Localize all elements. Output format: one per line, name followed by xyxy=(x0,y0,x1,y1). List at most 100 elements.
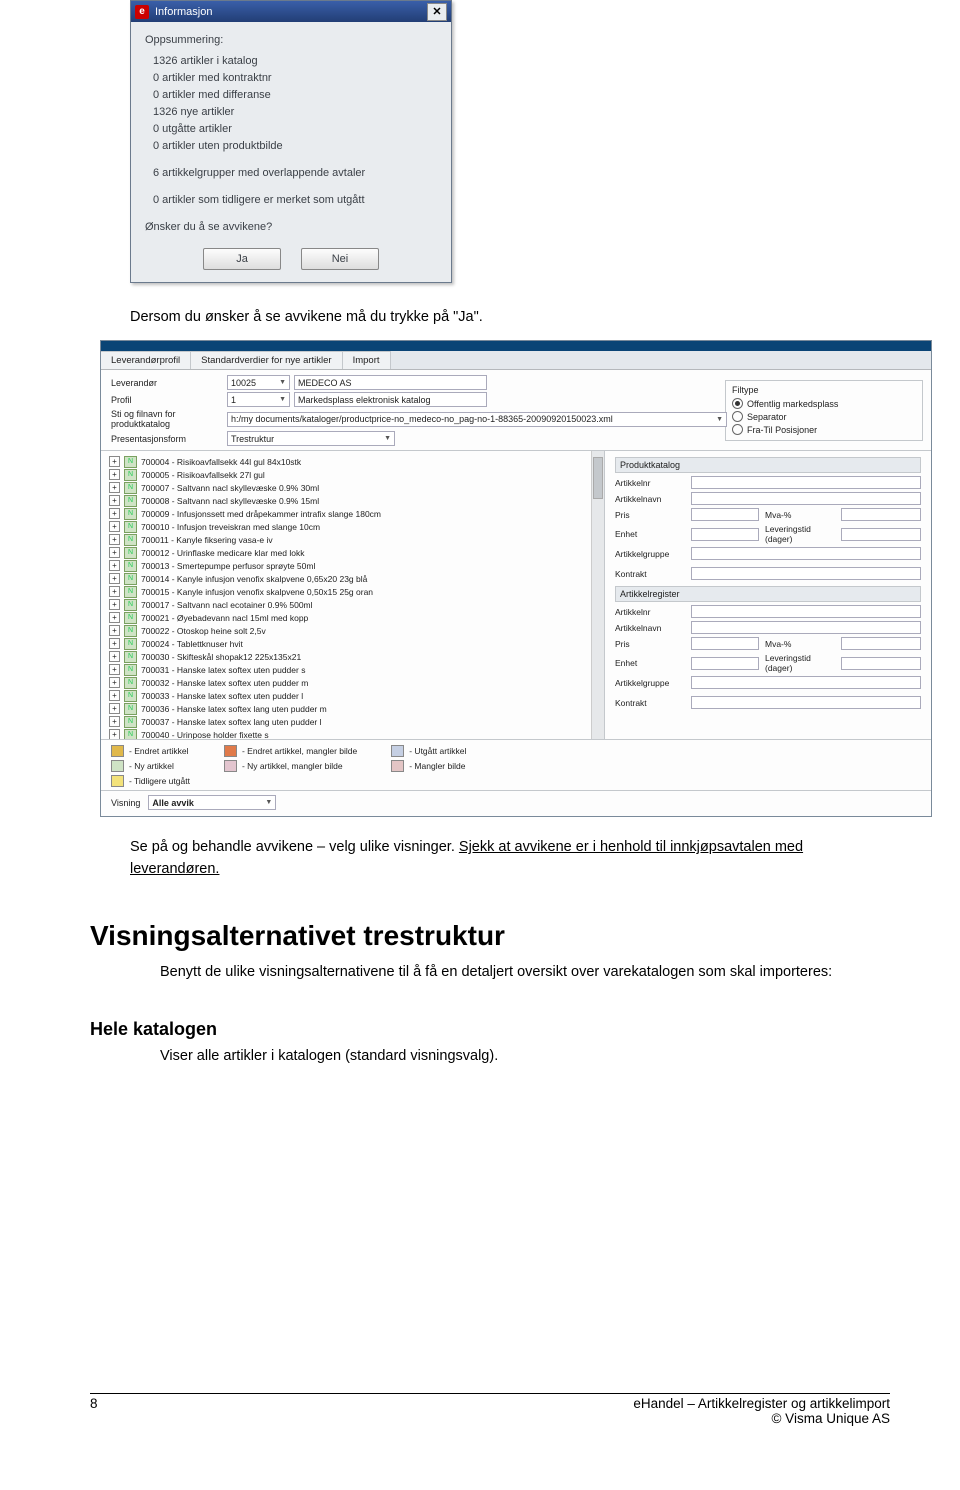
enhet-field-2[interactable] xyxy=(691,657,759,670)
tree-expand-icon[interactable]: + xyxy=(109,495,120,506)
leveringstid-label: Leveringstid (dager) xyxy=(765,524,835,544)
tree-item[interactable]: +N700040 - Urinpose holder fixette s xyxy=(109,728,604,739)
tree-item[interactable]: +N700033 - Hanske latex softex uten pudd… xyxy=(109,689,604,702)
tree-expand-icon[interactable]: + xyxy=(109,508,120,519)
summary-list: 1326 artikler i katalog 0 artikler med k… xyxy=(153,53,437,155)
tree-item[interactable]: +N700037 - Hanske latex softex lang uten… xyxy=(109,715,604,728)
leveringstid-field[interactable] xyxy=(841,528,921,541)
tab-import[interactable]: Import xyxy=(343,351,391,369)
tree-item[interactable]: +N700012 - Urinflaske medicare klar med … xyxy=(109,546,604,559)
pris-field-2[interactable] xyxy=(691,637,759,650)
tree-expand-icon[interactable]: + xyxy=(109,625,120,636)
tree-expand-icon[interactable]: + xyxy=(109,729,120,739)
tree-item[interactable]: +N700036 - Hanske latex softex lang uten… xyxy=(109,702,604,715)
profil-id-select[interactable]: 1 xyxy=(227,392,290,407)
tree-item[interactable]: +N700008 - Saltvann nacl skyllevæske 0.9… xyxy=(109,494,604,507)
tab-standardverdier[interactable]: Standardverdier for nye artikler xyxy=(191,351,342,369)
app-titlebar xyxy=(101,341,931,351)
leverandor-name-field[interactable]: MEDECO AS xyxy=(294,375,487,390)
tree-expand-icon[interactable]: + xyxy=(109,469,120,480)
summary-line: 0 artikler med kontraktnr xyxy=(153,70,437,87)
scrollbar-thumb[interactable] xyxy=(593,457,603,499)
tree-scrollbar[interactable] xyxy=(591,451,604,739)
tree-item[interactable]: +N700024 - Tablettknuser hvit xyxy=(109,637,604,650)
content-split: +N700004 - Risikoavfallsekk 44l gul 84x1… xyxy=(101,451,931,739)
mva-field[interactable] xyxy=(841,508,921,521)
legend-swatch-tidligere xyxy=(111,775,124,787)
artikkelnavn-field-2[interactable] xyxy=(691,621,921,634)
pris-label: Pris xyxy=(615,639,685,649)
sti-field[interactable]: h:/my documents/kataloger/productprice-n… xyxy=(227,412,727,427)
presentasjon-select[interactable]: Trestruktur xyxy=(227,431,395,446)
tree-item[interactable]: +N700032 - Hanske latex softex uten pudd… xyxy=(109,676,604,689)
summary-line: 0 artikler uten produktbilde xyxy=(153,138,437,155)
kontrakt-field-2[interactable] xyxy=(691,696,921,709)
kontrakt-field[interactable] xyxy=(691,567,921,580)
tab-leverandorprofil[interactable]: Leverandørprofil xyxy=(101,351,191,369)
tree-expand-icon[interactable]: + xyxy=(109,599,120,610)
tree-item[interactable]: +N700030 - Skifteskål shopak12 225x135x2… xyxy=(109,650,604,663)
tree-expand-icon[interactable]: + xyxy=(109,482,120,493)
tree-item[interactable]: +N700011 - Kanyle fiksering vasa-e iv xyxy=(109,533,604,546)
summary-line: 0 artikler med differanse xyxy=(153,87,437,104)
tree-expand-icon[interactable]: + xyxy=(109,664,120,675)
artikkelnr-field[interactable] xyxy=(691,476,921,489)
tree-item[interactable]: +N700015 - Kanyle infusjon venofix skalp… xyxy=(109,585,604,598)
enhet-field[interactable] xyxy=(691,528,759,541)
tree-item[interactable]: +N700013 - Smertepumpe perfusor sprøyte … xyxy=(109,559,604,572)
profil-name-field[interactable]: Markedsplass elektronisk katalog xyxy=(294,392,487,407)
tree-expand-icon[interactable]: + xyxy=(109,690,120,701)
tree-expand-icon[interactable]: + xyxy=(109,560,120,571)
pris-label: Pris xyxy=(615,510,685,520)
artikkelnr-label: Artikkelnr xyxy=(615,607,685,617)
tab-bar: Leverandørprofil Standardverdier for nye… xyxy=(101,351,931,370)
leveringstid-field-2[interactable] xyxy=(841,657,921,670)
radio-fratil[interactable] xyxy=(732,424,743,435)
tree-item[interactable]: +N700021 - Øyebadevann nacl 15ml med kop… xyxy=(109,611,604,624)
tree-expand-icon[interactable]: + xyxy=(109,573,120,584)
no-button[interactable]: Nei xyxy=(301,248,379,270)
tree-item[interactable]: +N700017 - Saltvann nacl ecotainer 0.9% … xyxy=(109,598,604,611)
radio-offentlig[interactable] xyxy=(732,398,743,409)
tree-item[interactable]: +N700031 - Hanske latex softex uten pudd… xyxy=(109,663,604,676)
tree-item[interactable]: +N700005 - Risikoavfallsekk 27l gul xyxy=(109,468,604,481)
artikkelnr-field-2[interactable] xyxy=(691,605,921,618)
tree-expand-icon[interactable]: + xyxy=(109,638,120,649)
tree-item-label: 700036 - Hanske latex softex lang uten p… xyxy=(141,704,327,714)
radio-separator[interactable] xyxy=(732,411,743,422)
visning-select[interactable]: Alle avvik xyxy=(148,795,276,810)
status-badge-new: N xyxy=(124,469,137,481)
tree-expand-icon[interactable]: + xyxy=(109,456,120,467)
pris-field[interactable] xyxy=(691,508,759,521)
yes-button[interactable]: Ja xyxy=(203,248,281,270)
artikkelnavn-field[interactable] xyxy=(691,492,921,505)
tree-expand-icon[interactable]: + xyxy=(109,586,120,597)
tree-item[interactable]: +N700014 - Kanyle infusjon venofix skalp… xyxy=(109,572,604,585)
dialog-question: Ønsker du å se avvikene? xyxy=(145,219,437,236)
tree-item[interactable]: +N700004 - Risikoavfallsekk 44l gul 84x1… xyxy=(109,455,604,468)
tree-expand-icon[interactable]: + xyxy=(109,534,120,545)
tree-expand-icon[interactable]: + xyxy=(109,651,120,662)
leverandor-id-select[interactable]: 10025 xyxy=(227,375,290,390)
tree-expand-icon[interactable]: + xyxy=(109,547,120,558)
tree-item-label: 700011 - Kanyle fiksering vasa-e iv xyxy=(141,535,273,545)
status-badge-new: N xyxy=(124,560,137,572)
mva-field-2[interactable] xyxy=(841,637,921,650)
tree-item[interactable]: +N700010 - Infusjon treveiskran med slan… xyxy=(109,520,604,533)
tree-item[interactable]: +N700022 - Otoskop heine solt 2,5v xyxy=(109,624,604,637)
tree-expand-icon[interactable]: + xyxy=(109,677,120,688)
summary-label: Oppsummering: xyxy=(145,32,437,49)
tree-item[interactable]: +N700007 - Saltvann nacl skyllevæske 0.9… xyxy=(109,481,604,494)
tree-expand-icon[interactable]: + xyxy=(109,703,120,714)
sub-paragraph: Viser alle artikler i katalogen (standar… xyxy=(160,1046,850,1067)
artikkelgruppe-field-2[interactable] xyxy=(691,676,921,689)
artikkelnavn-label: Artikkelnavn xyxy=(615,494,685,504)
legend-text: - Mangler bilde xyxy=(409,761,465,771)
tree-expand-icon[interactable]: + xyxy=(109,716,120,727)
artikkelgruppe-field[interactable] xyxy=(691,547,921,560)
status-badge-new: N xyxy=(124,508,137,520)
close-button[interactable]: ✕ xyxy=(427,3,447,21)
tree-expand-icon[interactable]: + xyxy=(109,612,120,623)
tree-expand-icon[interactable]: + xyxy=(109,521,120,532)
tree-item[interactable]: +N700009 - Infusjonssett med dråpekammer… xyxy=(109,507,604,520)
